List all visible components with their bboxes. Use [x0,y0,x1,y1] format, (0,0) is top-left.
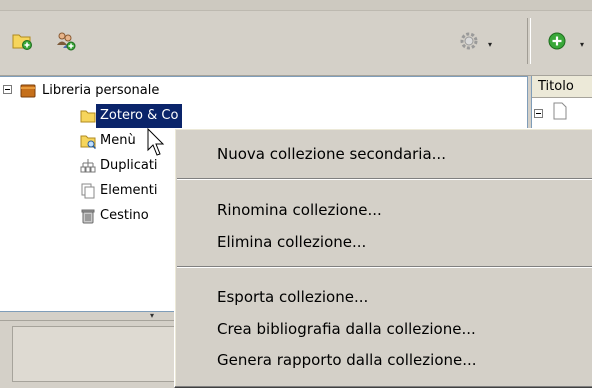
tree-row-collection-selected[interactable]: Zotero & Co [0,104,520,128]
tree-label-saved-search: Menù [100,133,136,148]
menu-item-create-bibliography[interactable]: Crea bibliografia dalla collezione... [217,316,476,342]
tree-row-library[interactable]: Libreria personale [0,79,520,103]
tree-label-unfiled: Elementi [100,183,158,198]
menu-item-delete-collection[interactable]: Elimina collezione... [217,229,366,255]
add-item-dropdown-arrow-icon[interactable]: ▾ [580,40,584,49]
new-group-button[interactable] [52,28,80,54]
gear-icon [460,32,478,50]
toolbar-separator [527,18,531,64]
gear-dropdown-arrow-icon[interactable]: ▾ [488,40,492,49]
collapse-toggle-icon[interactable] [3,85,12,94]
toolbar: ▾ ▾ [0,0,592,76]
toolbar-top-edge [0,0,592,11]
splitter-grippy-icon[interactable]: ▾ [150,312,154,320]
tree-label-trash: Cestino [100,208,149,223]
new-group-icon [57,32,76,51]
menu-separator [177,178,592,180]
unfiled-items-icon [81,183,95,199]
menu-item-export-collection[interactable]: Esporta collezione... [217,284,368,310]
menu-item-generate-report[interactable]: Genera rapporto dalla collezione... [217,347,477,373]
new-collection-button[interactable] [8,28,36,54]
add-item-button[interactable] [543,28,571,54]
duplicates-icon [80,159,96,173]
items-list-row[interactable] [532,102,592,122]
folder-icon [80,110,96,123]
trash-icon [81,209,95,224]
library-icon [20,84,36,98]
document-icon [553,102,567,120]
new-collection-icon [12,34,32,50]
context-menu: Nuova collezione secondaria... Rinomina … [174,128,592,388]
column-header-title[interactable]: Titolo [532,76,592,98]
menu-item-new-subcollection[interactable]: Nuova collezione secondaria... [217,141,446,167]
actions-gear-button[interactable] [455,28,483,54]
saved-search-icon [80,135,96,149]
add-item-icon [548,32,566,50]
mouse-pointer-icon [147,128,165,156]
expand-toggle-icon[interactable] [534,109,543,118]
menu-separator [177,266,592,268]
menu-item-rename-collection[interactable]: Rinomina collezione... [217,197,382,223]
tree-label-library: Libreria personale [42,83,160,98]
tree-label-collection: Zotero & Co [96,104,183,128]
